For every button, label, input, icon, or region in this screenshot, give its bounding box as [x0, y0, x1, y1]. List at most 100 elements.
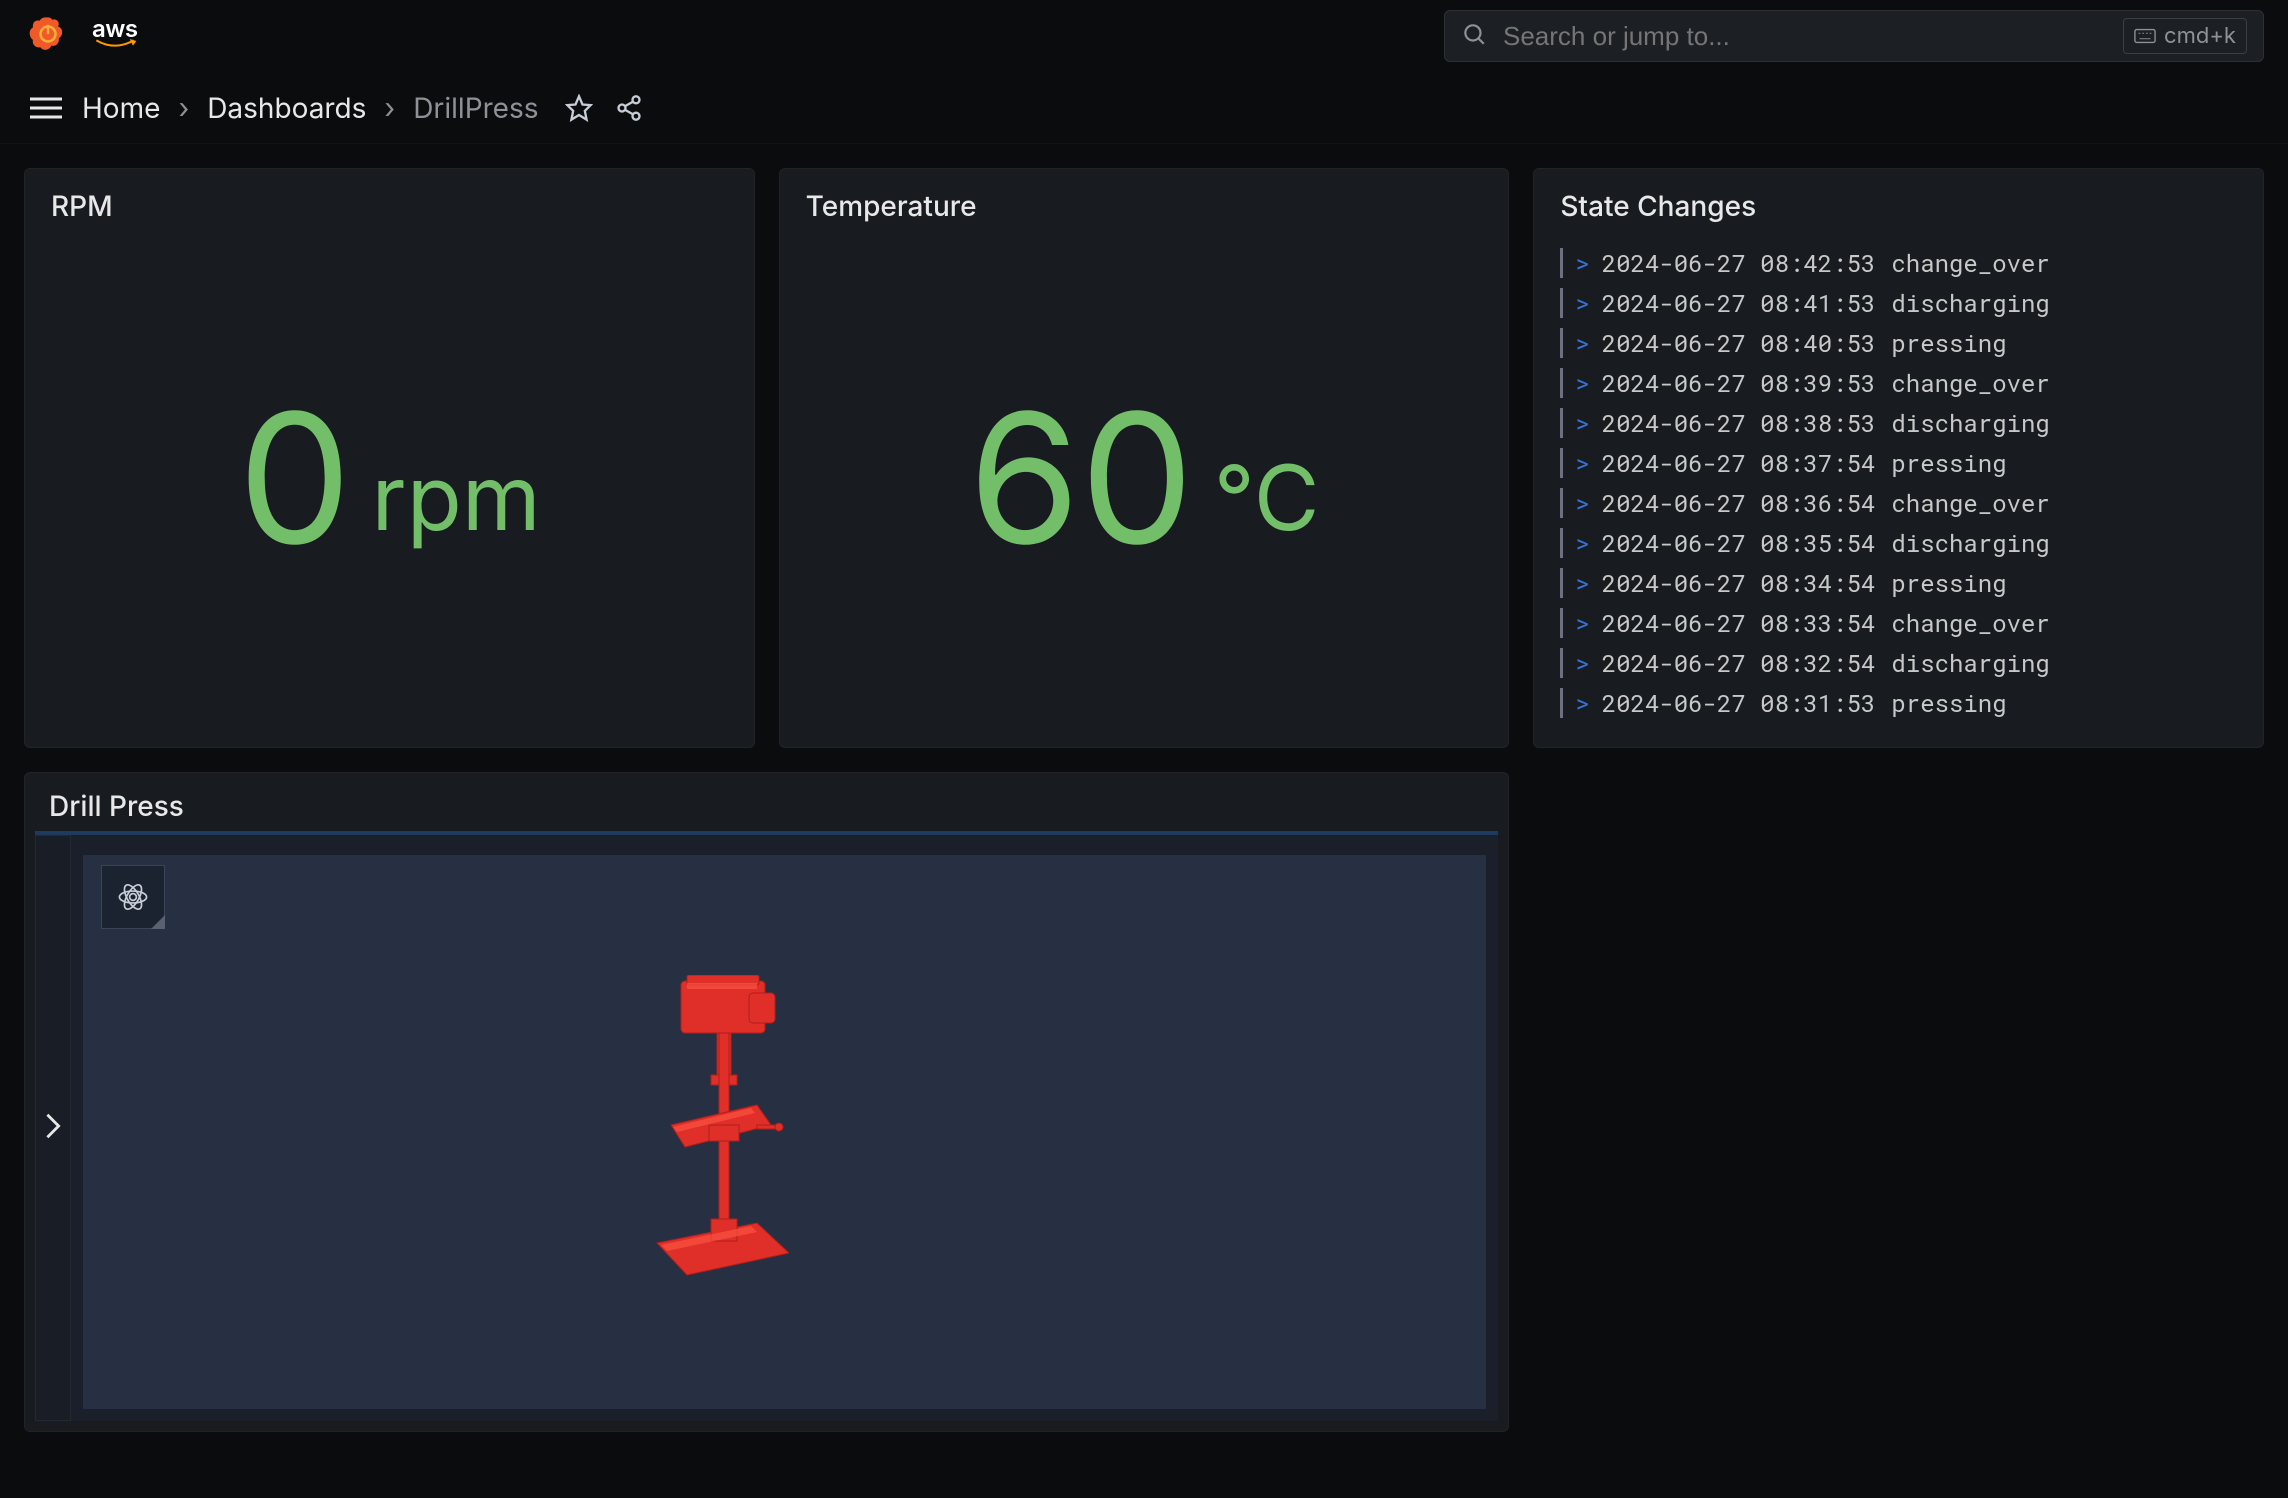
log-state: change_over [1891, 363, 2049, 403]
log-timestamp: 2024-06-27 08:34:54 [1602, 563, 1876, 603]
chevron-right-icon: > [1575, 363, 1589, 403]
menu-icon[interactable] [28, 95, 64, 121]
stat-rpm-value: 0 [238, 389, 352, 569]
topbar: aws cmd+k [0, 0, 2288, 72]
panel-title-temperature: Temperature [806, 189, 1483, 223]
log-row[interactable]: >2024-06-27 08:41:53 discharging [1560, 283, 2237, 323]
share-icon[interactable] [613, 92, 645, 124]
scene-canvas[interactable] [83, 855, 1486, 1409]
log-state: pressing [1891, 683, 2006, 723]
log-state: pressing [1891, 323, 2006, 363]
search-input[interactable]: cmd+k [1444, 10, 2264, 62]
viewport-side-expander[interactable] [35, 835, 71, 1421]
twinmaker-viewport[interactable] [35, 831, 1498, 1421]
search-icon [1461, 21, 1487, 51]
dashboard-grid: RPM 0 rpm Temperature 60 °C State Change… [0, 144, 2288, 1498]
panel-state-changes[interactable]: State Changes >2024-06-27 08:42:53 change… [1533, 168, 2264, 748]
log-state: discharging [1891, 643, 2049, 683]
chevron-right-icon: > [1575, 443, 1589, 483]
star-icon[interactable] [563, 92, 595, 124]
log-state: change_over [1891, 243, 2049, 283]
log-level-bar [1560, 288, 1563, 318]
log-state: change_over [1891, 603, 2049, 643]
keyboard-shortcut-badge: cmd+k [2123, 18, 2247, 54]
log-timestamp: 2024-06-27 08:31:53 [1602, 683, 1876, 723]
panel-title-drill-press: Drill Press [35, 789, 1498, 823]
log-state: discharging [1891, 523, 2049, 563]
breadcrumb-bar: Home › Dashboards › DrillPress [0, 72, 2288, 144]
log-row[interactable]: >2024-06-27 08:36:54 change_over [1560, 483, 2237, 523]
log-level-bar [1560, 648, 1563, 678]
panel-temperature[interactable]: Temperature 60 °C [779, 168, 1510, 748]
log-state: discharging [1891, 403, 2049, 443]
log-timestamp: 2024-06-27 08:40:53 [1602, 323, 1876, 363]
chevron-right-icon: > [1575, 603, 1589, 643]
log-timestamp: 2024-06-27 08:36:54 [1602, 483, 1876, 523]
chevron-right-icon: > [1575, 323, 1589, 363]
log-state: pressing [1891, 443, 2006, 483]
log-level-bar [1560, 408, 1563, 438]
orbit-icon [116, 880, 150, 914]
log-level-bar [1560, 488, 1563, 518]
chevron-right-icon: > [1575, 283, 1589, 323]
log-row[interactable]: >2024-06-27 08:32:54 discharging [1560, 643, 2237, 683]
log-level-bar [1560, 328, 1563, 358]
stat-rpm: 0 rpm [51, 231, 728, 727]
log-level-bar [1560, 688, 1563, 718]
log-level-bar [1560, 448, 1563, 478]
log-row[interactable]: >2024-06-27 08:34:54 pressing [1560, 563, 2237, 603]
panel-drill-press[interactable]: Drill Press [24, 772, 1509, 1432]
chevron-right-icon: > [1575, 243, 1589, 283]
aws-logo-icon[interactable]: aws [92, 17, 138, 51]
chevron-right-icon [44, 1112, 62, 1144]
breadcrumb-dashboards[interactable]: Dashboards [207, 91, 366, 125]
panel-title-rpm: RPM [51, 189, 728, 223]
log-row[interactable]: >2024-06-27 08:39:53 change_over [1560, 363, 2237, 403]
log-timestamp: 2024-06-27 08:41:53 [1602, 283, 1876, 323]
log-timestamp: 2024-06-27 08:38:53 [1602, 403, 1876, 443]
chevron-right-icon: > [1575, 563, 1589, 603]
log-row[interactable]: >2024-06-27 08:38:53 discharging [1560, 403, 2237, 443]
log-level-bar [1560, 248, 1563, 278]
state-changes-log[interactable]: >2024-06-27 08:42:53change_over>2024-06-… [1560, 243, 2237, 723]
search-field[interactable] [1501, 20, 2109, 53]
chevron-right-icon: > [1575, 643, 1589, 683]
stat-temperature-unit: °C [1214, 443, 1320, 552]
log-row[interactable]: >2024-06-27 08:31:53 pressing [1560, 683, 2237, 723]
chevron-right-icon: > [1575, 523, 1589, 563]
log-level-bar [1560, 608, 1563, 638]
log-row[interactable]: >2024-06-27 08:40:53 pressing [1560, 323, 2237, 363]
stat-temperature-value: 60 [969, 389, 1194, 569]
log-timestamp: 2024-06-27 08:39:53 [1602, 363, 1876, 403]
log-row[interactable]: >2024-06-27 08:35:54 discharging [1560, 523, 2237, 563]
log-state: pressing [1891, 563, 2006, 603]
panel-rpm[interactable]: RPM 0 rpm [24, 168, 755, 748]
log-row[interactable]: >2024-06-27 08:37:54 pressing [1560, 443, 2237, 483]
log-level-bar [1560, 568, 1563, 598]
chevron-right-icon: › [178, 91, 189, 125]
stat-rpm-unit: rpm [371, 443, 540, 552]
log-timestamp: 2024-06-27 08:42:53 [1602, 243, 1876, 283]
log-level-bar [1560, 528, 1563, 558]
orbit-tool-button[interactable] [101, 865, 165, 929]
log-timestamp: 2024-06-27 08:32:54 [1602, 643, 1876, 683]
log-level-bar [1560, 368, 1563, 398]
breadcrumb-current: DrillPress [413, 91, 538, 125]
log-row[interactable]: >2024-06-27 08:42:53 change_over [1560, 243, 2237, 283]
log-timestamp: 2024-06-27 08:37:54 [1602, 443, 1876, 483]
drill-press-model[interactable] [639, 975, 789, 1289]
chevron-right-icon: > [1575, 403, 1589, 443]
log-timestamp: 2024-06-27 08:33:54 [1602, 603, 1876, 643]
stat-temperature: 60 °C [806, 231, 1483, 727]
keyboard-icon [2134, 28, 2156, 44]
panel-title-state-changes: State Changes [1560, 189, 2237, 223]
chevron-right-icon: > [1575, 483, 1589, 523]
chevron-right-icon: › [384, 91, 395, 125]
grafana-logo-icon[interactable] [28, 14, 68, 58]
log-timestamp: 2024-06-27 08:35:54 [1602, 523, 1876, 563]
log-row[interactable]: >2024-06-27 08:33:54 change_over [1560, 603, 2237, 643]
log-state: change_over [1891, 483, 2049, 523]
breadcrumb-home[interactable]: Home [82, 91, 160, 125]
log-state: discharging [1891, 283, 2049, 323]
chevron-right-icon: > [1575, 683, 1589, 723]
